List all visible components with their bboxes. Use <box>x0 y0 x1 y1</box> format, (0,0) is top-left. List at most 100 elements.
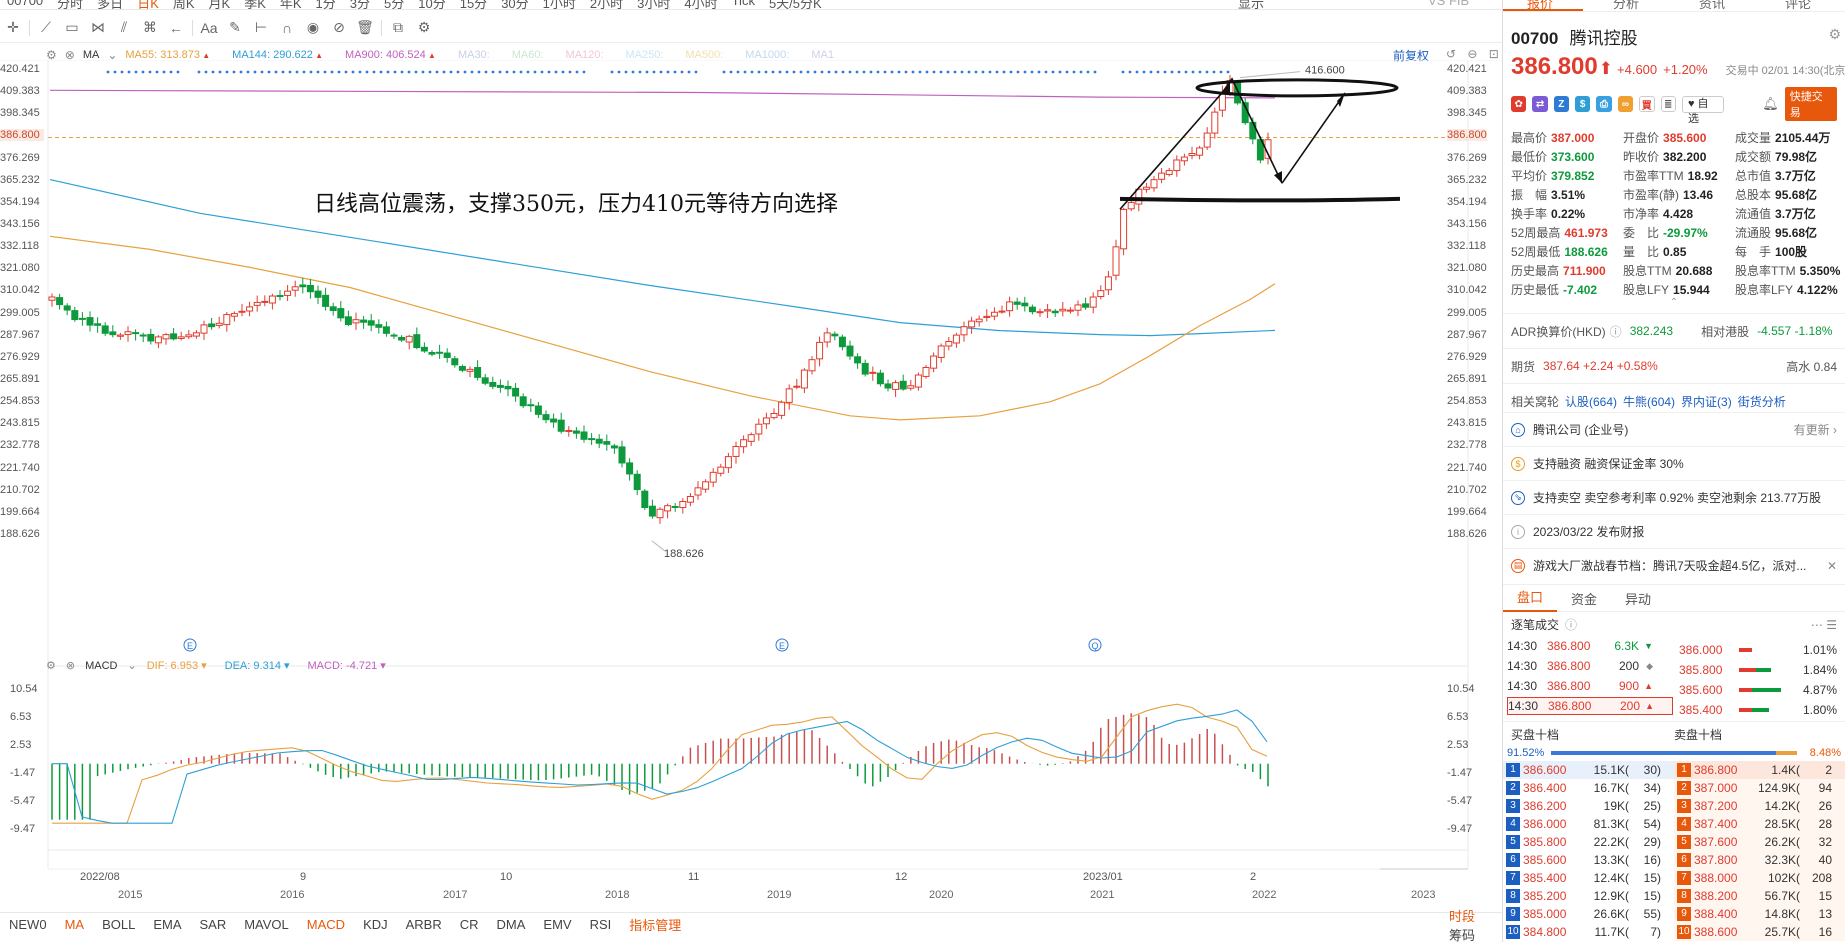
panel-tab-3[interactable]: 评论 <box>1785 0 1811 11</box>
vs-fib-menu[interactable]: VS FIB <box>1428 0 1469 8</box>
display-menu[interactable]: 显示 <box>1238 0 1264 9</box>
fib-tool-icon[interactable]: ⋈ <box>85 15 111 41</box>
close-icon[interactable]: ⊗ <box>66 659 75 672</box>
indicator-tab-macd[interactable]: MACD <box>298 917 354 932</box>
bell-icon[interactable]: 🔔︎ <box>1762 96 1779 112</box>
period-14[interactable]: 1小时 <box>536 0 583 9</box>
book-row[interactable]: 2 387.000 124.9K(94 <box>1674 779 1845 797</box>
book-row[interactable]: 3 387.200 14.2K(26 <box>1674 797 1845 815</box>
book-row[interactable]: 1 386.600 15.1K(30) <box>1503 761 1674 779</box>
channel-tool-icon[interactable]: ⫽ <box>111 15 137 41</box>
period-4[interactable]: 周K <box>166 0 202 9</box>
period-8[interactable]: 1分 <box>309 0 343 9</box>
book-row[interactable]: 1 386.800 1.4K(2 <box>1674 761 1845 779</box>
book-row[interactable]: 10 388.600 25.7K(16 <box>1674 923 1845 941</box>
warrant-link[interactable]: 牛熊(604) <box>1623 393 1675 410</box>
info-row[interactable]: ⌂ 腾讯公司 (企业号) 有更新 › <box>1503 412 1845 446</box>
warrant-link[interactable]: 街货分析 <box>1738 393 1786 410</box>
book-row[interactable]: 3 386.200 19K(25) <box>1503 797 1674 815</box>
indicator-tab-new0[interactable]: NEW0 <box>0 917 56 932</box>
arrow-tool-icon[interactable]: ← <box>163 15 189 41</box>
book-row[interactable]: 9 385.000 26.6K(55) <box>1503 905 1674 923</box>
doc-icon[interactable]: ⎙ <box>1596 96 1612 112</box>
book-row[interactable]: 7 388.000 102K(208 <box>1674 869 1845 887</box>
line-tool-icon[interactable]: ⟋ <box>33 15 59 41</box>
indicator-tab-sar[interactable]: SAR <box>190 917 235 932</box>
indicator-tab-rsi[interactable]: RSI <box>581 917 621 932</box>
gear-icon[interactable]: ⚙ <box>46 659 56 672</box>
book-row[interactable]: 4 386.000 81.3K(54) <box>1503 815 1674 833</box>
info-row[interactable]: ▤ 游戏大厂激战春节档：腾讯7天吸金超4.5亿，派对... ✕ <box>1503 548 1845 582</box>
dollar-icon[interactable]: $ <box>1575 96 1591 112</box>
period-17[interactable]: 4小时 <box>677 0 724 9</box>
sub-tab-2[interactable]: 异动 <box>1611 589 1665 608</box>
candlestick-chart[interactable]: 416.600 188.626 E E Q <box>0 60 1502 870</box>
chart-icon[interactable]: Z <box>1553 96 1570 112</box>
indicator-tab-boll[interactable]: BOLL <box>93 917 144 932</box>
period-1[interactable]: 分时 <box>50 0 90 9</box>
link-icon[interactable]: ∞ <box>1617 96 1634 112</box>
indicator-tab-ema[interactable]: EMA <box>144 917 190 932</box>
indicator-tab-cr[interactable]: CR <box>451 917 488 932</box>
trade-icon[interactable]: ⇄ <box>1532 96 1548 112</box>
book-row[interactable]: 6 385.600 13.3K(16) <box>1503 851 1674 869</box>
link-icon[interactable]: ⧉ <box>385 15 411 41</box>
ruler-icon[interactable]: ⊢ <box>248 15 274 41</box>
period-10[interactable]: 5分 <box>377 0 411 9</box>
period-18[interactable]: Tick <box>725 0 762 9</box>
indicator-tab-ma[interactable]: MA <box>56 917 94 932</box>
book-row[interactable]: 8 388.200 56.7K(15 <box>1674 887 1845 905</box>
hk-flag-icon[interactable]: ✿ <box>1511 96 1527 112</box>
period-12[interactable]: 15分 <box>453 0 494 9</box>
warrant-link[interactable]: 认股(664) <box>1565 393 1617 410</box>
add-favorite-button[interactable]: ♥ 自选 <box>1681 95 1725 125</box>
warrant-link[interactable]: 界内证(3) <box>1681 393 1732 410</box>
book-row[interactable]: 5 385.800 22.2K(29) <box>1503 833 1674 851</box>
panel-tab-2[interactable]: 资讯 <box>1699 0 1725 11</box>
rect-tool-icon[interactable]: ▭ <box>59 15 85 41</box>
note-icon[interactable]: ≣ <box>1660 96 1676 112</box>
lock-icon[interactable]: ⊘ <box>326 15 352 41</box>
quick-trade-button[interactable]: 快捷交易 <box>1784 87 1837 121</box>
period-13[interactable]: 30分 <box>494 0 535 9</box>
gear-icon[interactable]: ⚙ <box>1828 26 1841 43</box>
buy-icon[interactable]: 買 <box>1639 96 1655 112</box>
indicator-tab-mavol[interactable]: MAVOL <box>235 917 298 932</box>
book-row[interactable]: 9 388.400 14.8K(13 <box>1674 905 1845 923</box>
info-row[interactable]: ⇘ 支持卖空 卖空参考利率 0.92% 卖空池剩余 213.77万股 <box>1503 480 1845 514</box>
indicator-management-button[interactable]: 指标管理 <box>620 915 690 934</box>
period-15[interactable]: 2小时 <box>583 0 630 9</box>
indicator-tab-kdj[interactable]: KDJ <box>354 917 397 932</box>
book-row[interactable]: 2 386.400 16.7K(34) <box>1503 779 1674 797</box>
period-9[interactable]: 3分 <box>343 0 377 9</box>
book-row[interactable]: 8 385.200 12.9K(15) <box>1503 887 1674 905</box>
magnet-icon[interactable]: ∩ <box>274 15 300 41</box>
period-3[interactable]: 日K <box>130 0 166 9</box>
sub-tab-1[interactable]: 资金 <box>1557 589 1611 608</box>
period-7[interactable]: 年K <box>273 0 309 9</box>
eye-icon[interactable]: ◉ <box>300 15 326 41</box>
period-2[interactable]: 多日 <box>90 0 130 9</box>
settings-icon[interactable]: ⚙ <box>411 15 437 41</box>
indicator-tab-arbr[interactable]: ARBR <box>397 917 451 932</box>
period-0[interactable]: 00700 <box>0 0 50 9</box>
book-row[interactable]: 7 385.400 12.4K(15) <box>1503 869 1674 887</box>
chevron-down-icon[interactable]: ⌄ <box>127 659 136 672</box>
indicator-tab-emv[interactable]: EMV <box>534 917 580 932</box>
text-tool-icon[interactable]: Aa <box>196 15 222 41</box>
book-row[interactable]: 6 387.800 32.3K(40 <box>1674 851 1845 869</box>
period-16[interactable]: 3小时 <box>630 0 677 9</box>
indicator-tab-dma[interactable]: DMA <box>488 917 535 932</box>
sub-tab-0[interactable]: 盘口 <box>1503 584 1558 612</box>
panel-tab-0[interactable]: 报价 <box>1527 0 1553 11</box>
info-row[interactable]: i 2023/03/22 发布财报 <box>1503 514 1845 548</box>
period-6[interactable]: 季K <box>237 0 273 9</box>
brush-tool-icon[interactable]: ✎ <box>222 15 248 41</box>
period-11[interactable]: 10分 <box>411 0 452 9</box>
book-row[interactable]: 5 387.600 26.2K(32 <box>1674 833 1845 851</box>
panel-tab-1[interactable]: 分析 <box>1613 0 1639 11</box>
pattern-tool-icon[interactable]: ⌘ <box>137 15 163 41</box>
period-5[interactable]: 月K <box>202 0 238 9</box>
info-row[interactable]: $ 支持融资 融资保证金率 30% <box>1503 446 1845 480</box>
crosshair-icon[interactable]: ✛ <box>0 15 26 41</box>
